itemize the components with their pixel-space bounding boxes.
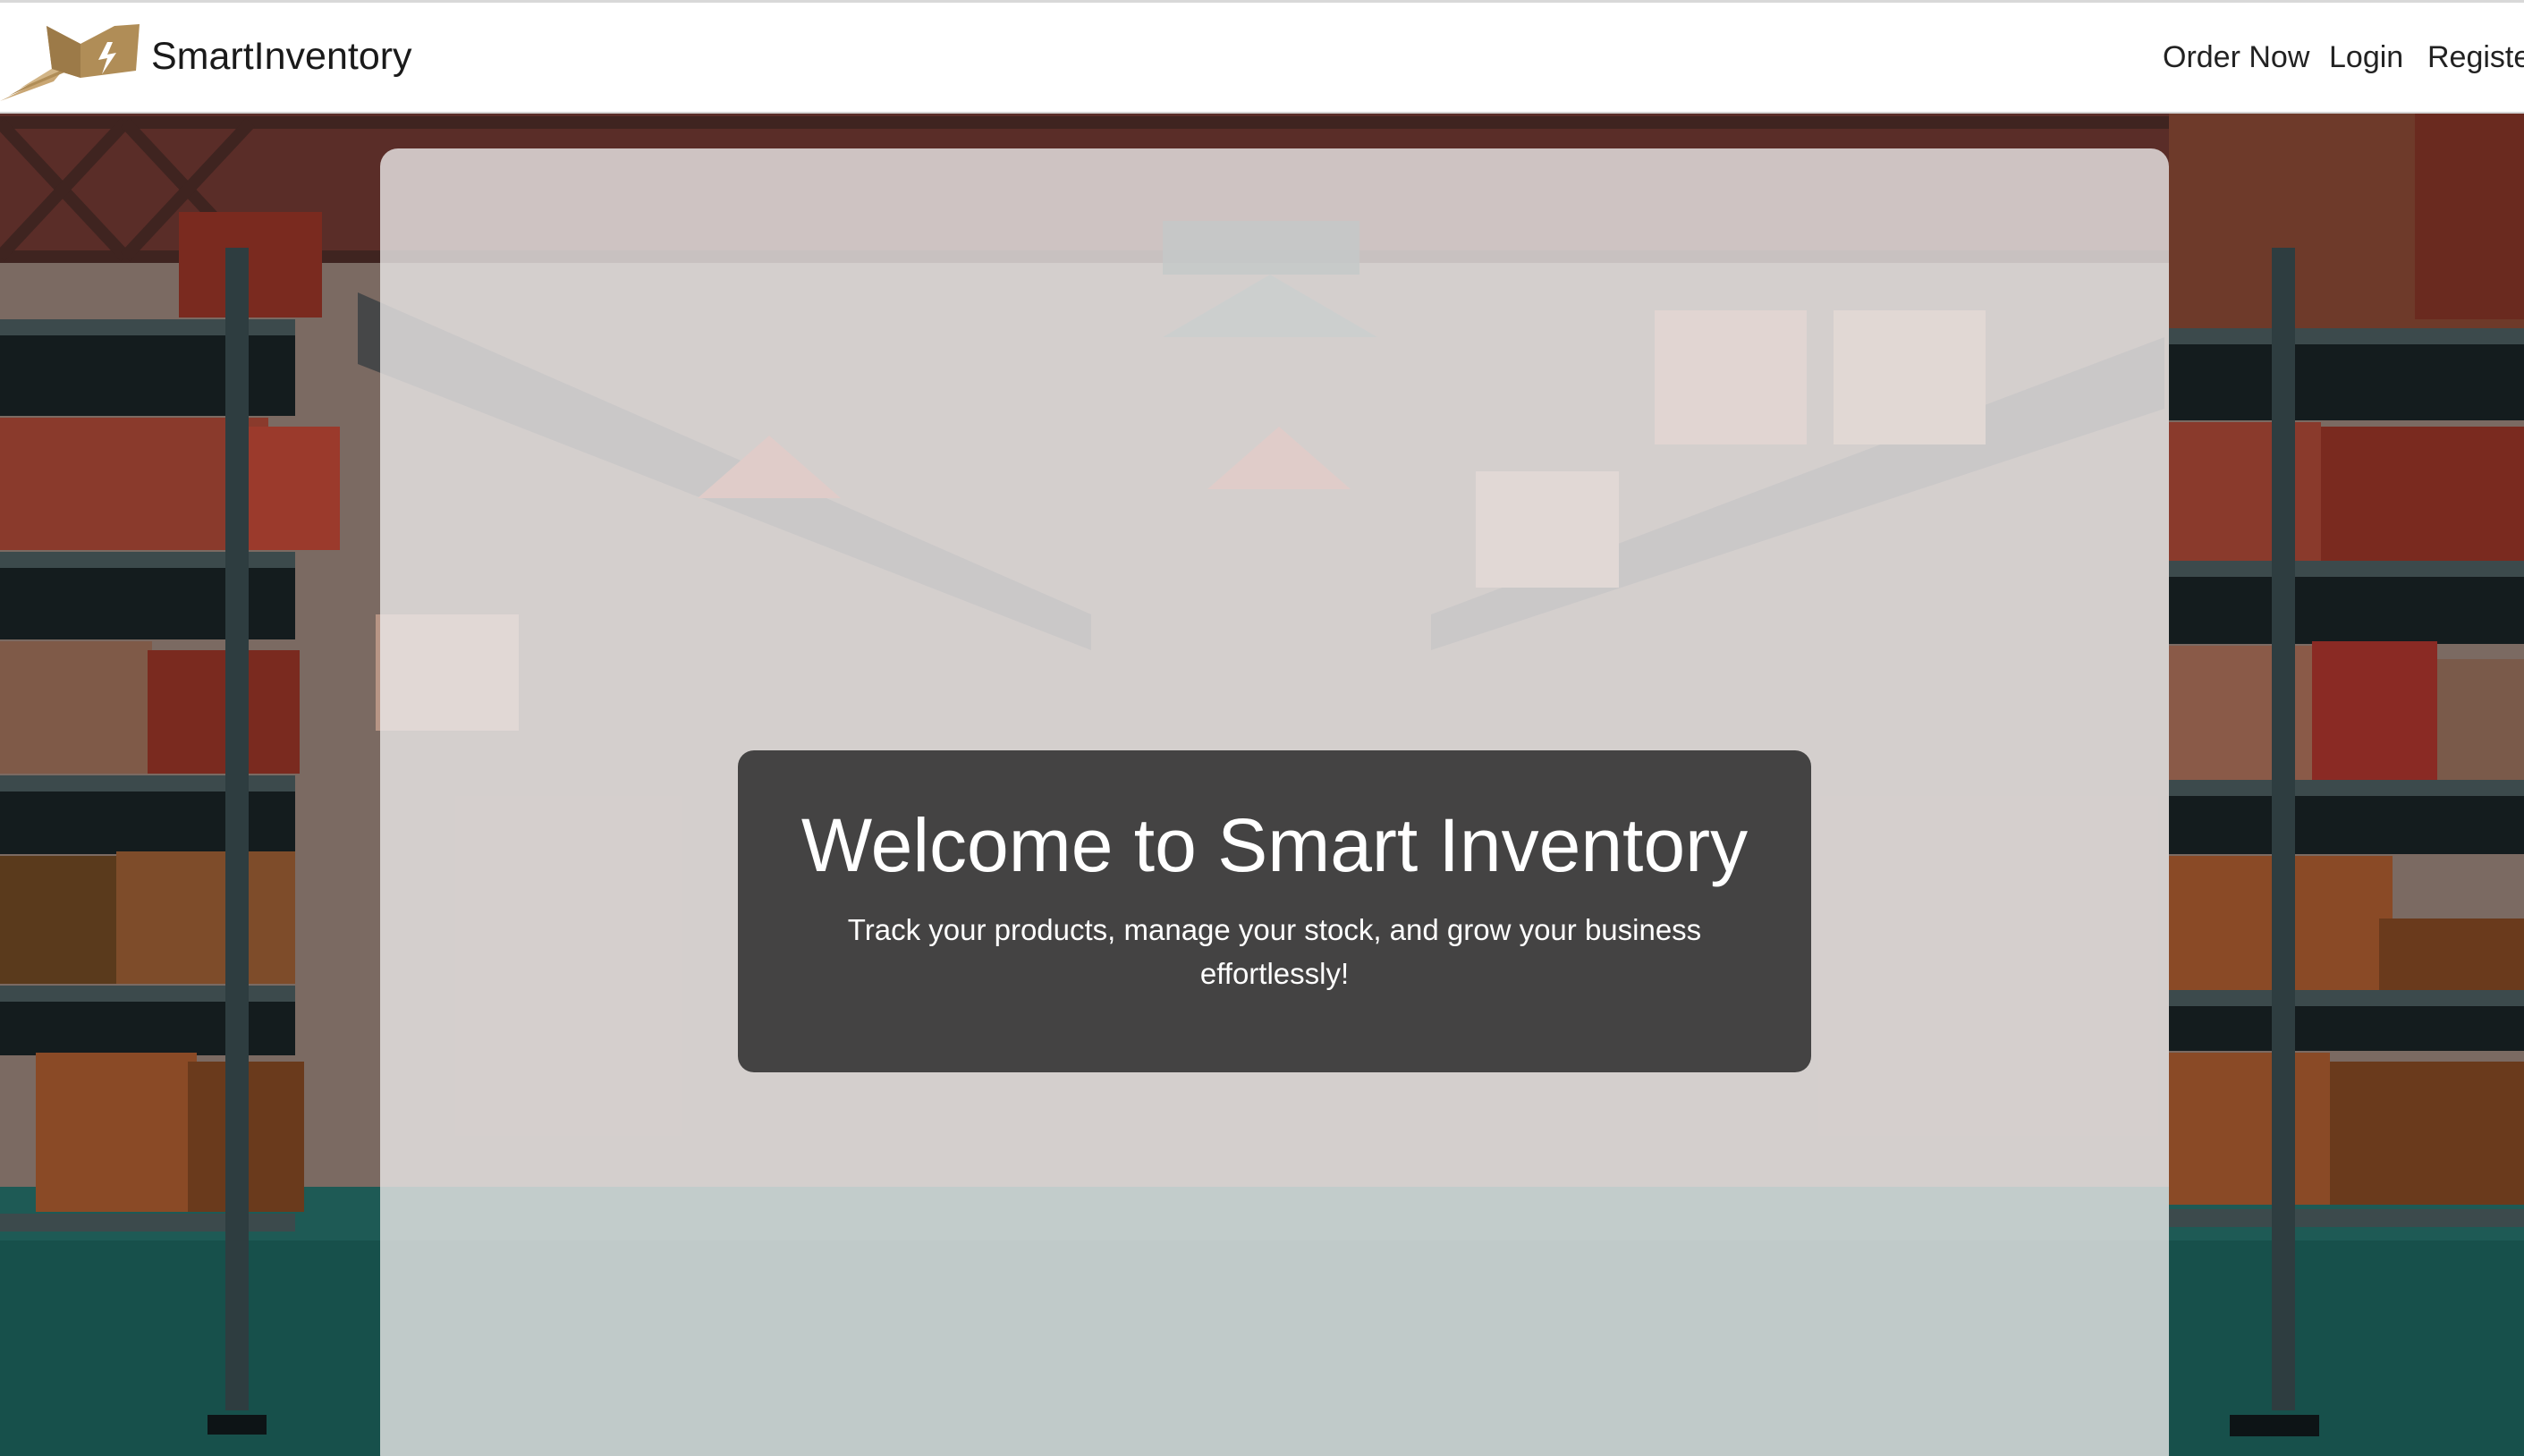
welcome-title: Welcome to Smart Inventory [800,803,1749,887]
nav-register[interactable]: Registe [2427,40,2524,75]
welcome-card: Welcome to Smart Inventory Track your pr… [738,750,1811,1072]
hero-overlay-panel: Welcome to Smart Inventory Track your pr… [380,148,2169,1456]
hero-section: Welcome to Smart Inventory Track your pr… [0,114,2524,1456]
nav-order-now[interactable]: Order Now [2163,40,2309,75]
brand-logo-icon[interactable] [0,19,143,105]
brand-name[interactable]: SmartInventory [151,35,412,79]
welcome-subtitle: Track your products, manage your stock, … [847,913,1702,990]
nav-login[interactable]: Login [2329,40,2403,75]
navbar: SmartInventory Order Now Login Registe [0,3,2524,114]
